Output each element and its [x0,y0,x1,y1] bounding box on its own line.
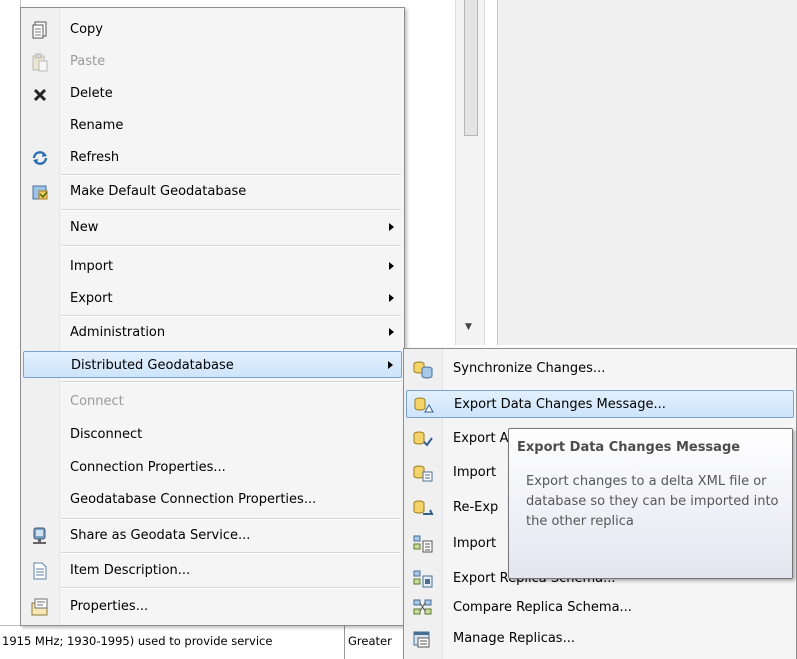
submenu-arrow-icon [389,294,394,302]
menu-item-label: Properties... [70,599,149,614]
menu-separator [61,174,401,176]
menu-item-export[interactable]: Export [23,285,402,312]
menu-item-connection-properties[interactable]: Connection Properties... [23,454,402,481]
menu-item-label: Disconnect [70,427,143,442]
menu-item-label: New [70,220,99,235]
submenu-arrow-icon [389,328,394,336]
menu-item-paste[interactable]: Paste [23,48,402,75]
export-data-changes-icon [413,395,435,415]
menu-item-administration[interactable]: Administration [23,319,402,346]
scrollbar-thumb[interactable] [464,0,478,136]
scroll-down-arrow-icon[interactable]: ▼ [465,322,472,332]
default-geodatabase-icon [30,182,50,202]
import-schema-icon [412,534,434,554]
menu-item-label: Rename [70,118,124,133]
context-menu: Copy Paste Delete Rename Refresh Make De… [20,7,405,626]
submenu-item-label: Export A [453,431,509,446]
item-description-icon [30,561,50,581]
refresh-icon [30,148,50,168]
menu-item-label: Import [70,259,114,274]
menu-item-label: Connection Properties... [70,460,226,475]
export-replica-schema-icon [412,569,434,589]
background-table-left-edge [0,0,21,658]
geodata-service-icon [30,526,50,546]
menu-separator [61,552,401,554]
menu-item-label: Geodatabase Connection Properties... [70,492,317,507]
menu-item-geodatabase-connection-properties[interactable]: Geodatabase Connection Properties... [23,486,402,513]
menu-item-copy[interactable]: Copy [23,16,402,43]
menu-item-make-default-geodatabase[interactable]: Make Default Geodatabase [23,178,402,205]
submenu-arrow-icon [388,361,393,369]
menu-separator [61,245,401,247]
submenu-arrow-icon [389,262,394,270]
menu-item-label: Make Default Geodatabase [70,184,247,199]
tooltip-title: Export Data Changes Message [517,440,741,455]
submenu-item-label: Export Data Changes Message... [454,397,666,412]
menu-separator [61,587,401,589]
menu-separator [61,315,401,317]
submenu-item-label: Compare Replica Schema... [453,600,632,615]
synchronize-changes-icon [412,359,434,379]
menu-item-rename[interactable]: Rename [23,112,402,139]
submenu-item-label: Re-Exp [453,500,499,515]
menu-item-share-as-geodata-service[interactable]: Share as Geodata Service... [23,522,402,549]
table-cell: Greater [348,634,392,648]
menu-item-connect[interactable]: Connect [23,388,402,415]
tooltip-body: Export changes to a delta XML file or da… [526,474,779,529]
manage-replicas-icon [412,629,434,649]
menu-item-disconnect[interactable]: Disconnect [23,421,402,448]
tooltip: Export Data Changes Message Export chang… [508,428,793,579]
menu-item-distributed-geodatabase[interactable]: Distributed Geodatabase [23,351,402,378]
menu-item-delete[interactable]: Delete [23,80,402,107]
paste-icon [30,52,50,72]
delete-icon [30,84,50,104]
background-table-row: 1915 MHz; 1930-1995) used to provide ser… [0,625,410,659]
submenu-item-compare-replica-schema[interactable]: Compare Replica Schema... [406,594,794,622]
submenu-item-label: Import [453,536,497,551]
properties-icon [30,597,50,617]
export-acknowledgment-icon [412,429,434,449]
submenu-item-label: Import [453,465,497,480]
menu-item-label: Distributed Geodatabase [71,358,234,373]
menu-item-label: Share as Geodata Service... [70,528,251,543]
menu-separator [61,518,401,520]
menu-item-new[interactable]: New [23,214,402,241]
menu-item-refresh[interactable]: Refresh [23,144,402,171]
menu-item-import[interactable]: Import [23,253,402,280]
submenu-item-manage-replicas[interactable]: Manage Replicas... [406,625,794,653]
import-message-icon [412,463,434,483]
menu-item-label: Paste [70,54,106,69]
submenu-arrow-icon [389,223,394,231]
menu-item-properties[interactable]: Properties... [23,593,402,620]
compare-replica-schema-icon [412,598,434,618]
menu-item-label: Administration [70,325,166,340]
menu-item-label: Refresh [70,150,120,165]
menu-item-label: Item Description... [70,563,191,578]
menu-separator [61,209,401,211]
menu-item-label: Export [70,291,113,306]
submenu-item-label: Manage Replicas... [453,631,575,646]
table-cell: 1915 MHz; 1930-1995) used to provide ser… [2,634,273,648]
copy-icon [30,20,50,40]
vertical-scrollbar[interactable]: ▼ [455,0,485,345]
re-export-icon [412,498,434,518]
menu-item-label: Connect [70,394,124,409]
submenu-item-synchronize-changes[interactable]: Synchronize Changes... [406,355,794,383]
background-pane [497,0,797,345]
menu-separator [61,381,401,383]
submenu-item-label: Synchronize Changes... [453,361,606,376]
menu-item-item-description[interactable]: Item Description... [23,557,402,584]
column-divider [344,626,345,659]
menu-item-label: Copy [70,22,103,37]
menu-item-label: Delete [70,86,113,101]
submenu-item-export-data-changes-message[interactable]: Export Data Changes Message... [406,390,794,418]
